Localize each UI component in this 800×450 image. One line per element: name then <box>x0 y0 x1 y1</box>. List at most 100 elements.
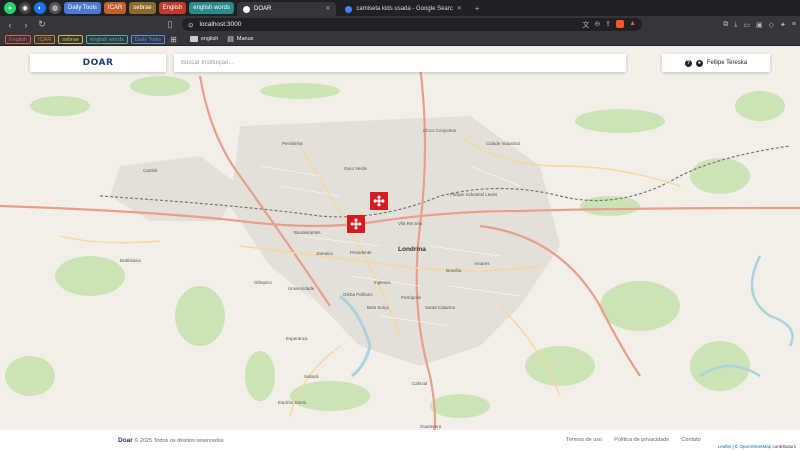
reload-icon[interactable]: ↻ <box>36 19 48 30</box>
logo[interactable]: DOAR <box>30 54 166 72</box>
map-label: Brasília <box>446 268 462 273</box>
map-label: Espírito Santo <box>278 400 307 405</box>
map-label: Ouro Verde <box>344 166 368 171</box>
map-label: Jamaica <box>316 251 333 256</box>
map-label: Olímpico <box>254 280 272 285</box>
chrome-icon[interactable]: ◉ <box>19 2 31 14</box>
edge-icon[interactable]: ◐ <box>34 2 46 14</box>
tab-title: camiseta kids usada - Google Searc <box>356 6 453 12</box>
privacy-link[interactable]: Política de privacidade <box>614 437 669 443</box>
zoom-icon[interactable]: ⊖ <box>594 20 600 30</box>
apps-grid-icon[interactable]: ⊞ <box>170 35 177 44</box>
brave-rewards-icon[interactable]: ▲ <box>629 20 636 30</box>
back-icon[interactable]: ‹ <box>4 20 16 30</box>
bookmark-manus[interactable]: ▤ Manus <box>227 35 253 43</box>
map-label: Gleba Palhano <box>343 292 373 297</box>
attribution-tail: contributors <box>771 444 796 449</box>
map-label: Bratislavia <box>120 258 141 263</box>
address-bar[interactable]: ⊙ localhost:3000 文 ⊖ ⇪ ▲ <box>182 18 642 31</box>
map-label: Bela Suíça <box>367 305 389 310</box>
bookmark-star-icon[interactable]: ▯ <box>164 19 176 30</box>
translate-icon[interactable]: 文 <box>582 20 589 30</box>
sidebar-icon[interactable]: ▭ <box>743 21 750 29</box>
contact-link[interactable]: Contato <box>681 437 700 443</box>
copyright: © 2025 Todos os direitos reservados <box>134 438 224 444</box>
institution-marker-icon <box>350 218 362 230</box>
search-input[interactable] <box>174 54 626 72</box>
footer-brand: Doar © 2025 Todos os direitos reservados <box>118 437 224 444</box>
app-header: DOAR ? ● Fellipe Tereska <box>0 46 800 86</box>
map-label: Cambé <box>143 168 158 173</box>
leo-icon[interactable]: ✦ <box>780 21 786 29</box>
tab-group-daily-tools[interactable]: Daily Tools <box>64 2 101 14</box>
map-label: Vila Recreio <box>398 221 423 226</box>
map-label: Cinco Conjuntos <box>423 128 457 133</box>
map-label: Sabará <box>304 374 319 379</box>
extensions-icon[interactable]: ⧉ <box>723 21 728 29</box>
bookmark-label: english <box>200 36 219 42</box>
manus-icon: ▤ <box>227 36 234 43</box>
user-name: Fellipe Tereska <box>706 60 748 66</box>
menu-icon[interactable]: ≡ <box>792 21 796 29</box>
map-label: Esperança <box>286 336 308 341</box>
bookmark-group-english[interactable]: English <box>5 34 32 44</box>
map-label: Perobinha <box>282 141 303 146</box>
bookmark-group-icar[interactable]: ICAR <box>34 34 56 44</box>
tab-group-sebrae[interactable]: sebrae <box>129 2 156 14</box>
map-label: Guaravera <box>420 424 442 429</box>
map-label: Parque Industrial Leves <box>450 192 498 197</box>
tab-google-search[interactable]: camiseta kids usada - Google Searc ✕ <box>339 2 467 16</box>
bookmarks-bar: English ICAR sebrae english words Daily … <box>0 33 800 46</box>
github-icon[interactable]: ◍ <box>49 2 61 14</box>
bookmark-group-daily-tools[interactable]: Daily Tools <box>130 34 166 44</box>
forward-icon[interactable]: › <box>20 20 32 30</box>
bookmark-label: Manus <box>236 36 254 42</box>
map-label: Antares <box>474 261 490 266</box>
bookmark-english[interactable]: english <box>189 36 219 42</box>
footer: Doar © 2025 Todos os direitos reservados… <box>0 430 800 450</box>
institution-marker[interactable] <box>370 192 388 210</box>
map-label: Londrina <box>398 246 426 253</box>
wallet-icon[interactable]: ▣ <box>756 21 763 29</box>
institution-marker[interactable] <box>347 215 365 233</box>
share-icon[interactable]: ⇪ <box>605 20 611 30</box>
map-label: Ingleses <box>374 280 391 285</box>
whatsapp-icon[interactable]: ● <box>4 2 16 14</box>
brave-shield-icon[interactable] <box>616 19 625 28</box>
bookmark-group-sebrae[interactable]: sebrae <box>58 34 84 44</box>
tab-group-english-words[interactable]: english words <box>189 2 234 14</box>
map-label: Cidade Industrial <box>486 141 520 146</box>
tab-doar[interactable]: DOAR ✕ <box>236 2 337 16</box>
site-info-icon[interactable]: ⊙ <box>188 21 193 29</box>
browser-tab-strip: ● ◉ ◐ ◍ Daily Tools ICAR sebrae English … <box>0 0 800 16</box>
map-label: Presidente <box>350 250 372 255</box>
user-menu[interactable]: ? ● Fellipe Tereska <box>662 54 770 72</box>
map-label: Santa Catarina <box>425 305 456 310</box>
folder-icon <box>189 36 198 42</box>
user-icon: ● <box>695 59 703 67</box>
map-label: Bandeirantes <box>294 230 321 235</box>
google-favicon-icon <box>345 5 353 13</box>
doar-favicon-icon <box>242 5 250 13</box>
download-icon[interactable]: ⤓ <box>734 21 737 29</box>
map-label: Petrópolis <box>401 295 422 300</box>
bookmark-group-english-words[interactable]: english words <box>86 34 128 44</box>
map-label: Universidade <box>288 286 315 291</box>
vpn-icon[interactable]: ◇ <box>769 21 774 29</box>
tab-group-icar[interactable]: ICAR <box>103 2 127 14</box>
footer-logo: Doar <box>118 437 133 444</box>
osm-link[interactable]: OpenStreetMap <box>739 444 771 449</box>
footer-links: Termos de uso Política de privacidade Co… <box>566 437 701 443</box>
url-text: localhost:3000 <box>199 21 242 28</box>
close-tab-icon[interactable]: ✕ <box>457 2 462 16</box>
new-tab-icon[interactable]: + <box>471 4 484 13</box>
close-tab-icon[interactable]: ✕ <box>325 2 330 16</box>
terms-link[interactable]: Termos de uso <box>566 437 602 443</box>
institution-marker-icon <box>373 195 385 207</box>
map-label: Cafezal <box>412 381 428 386</box>
help-icon[interactable]: ? <box>684 59 692 67</box>
doar-page: Cambé Londrina Vila Recreio Jamaica Band… <box>0 46 800 450</box>
tab-group-english[interactable]: English <box>158 2 187 14</box>
map-attribution: Leaflet | © OpenStreetMap contributors <box>715 444 798 449</box>
leaflet-link[interactable]: Leaflet <box>718 444 732 449</box>
